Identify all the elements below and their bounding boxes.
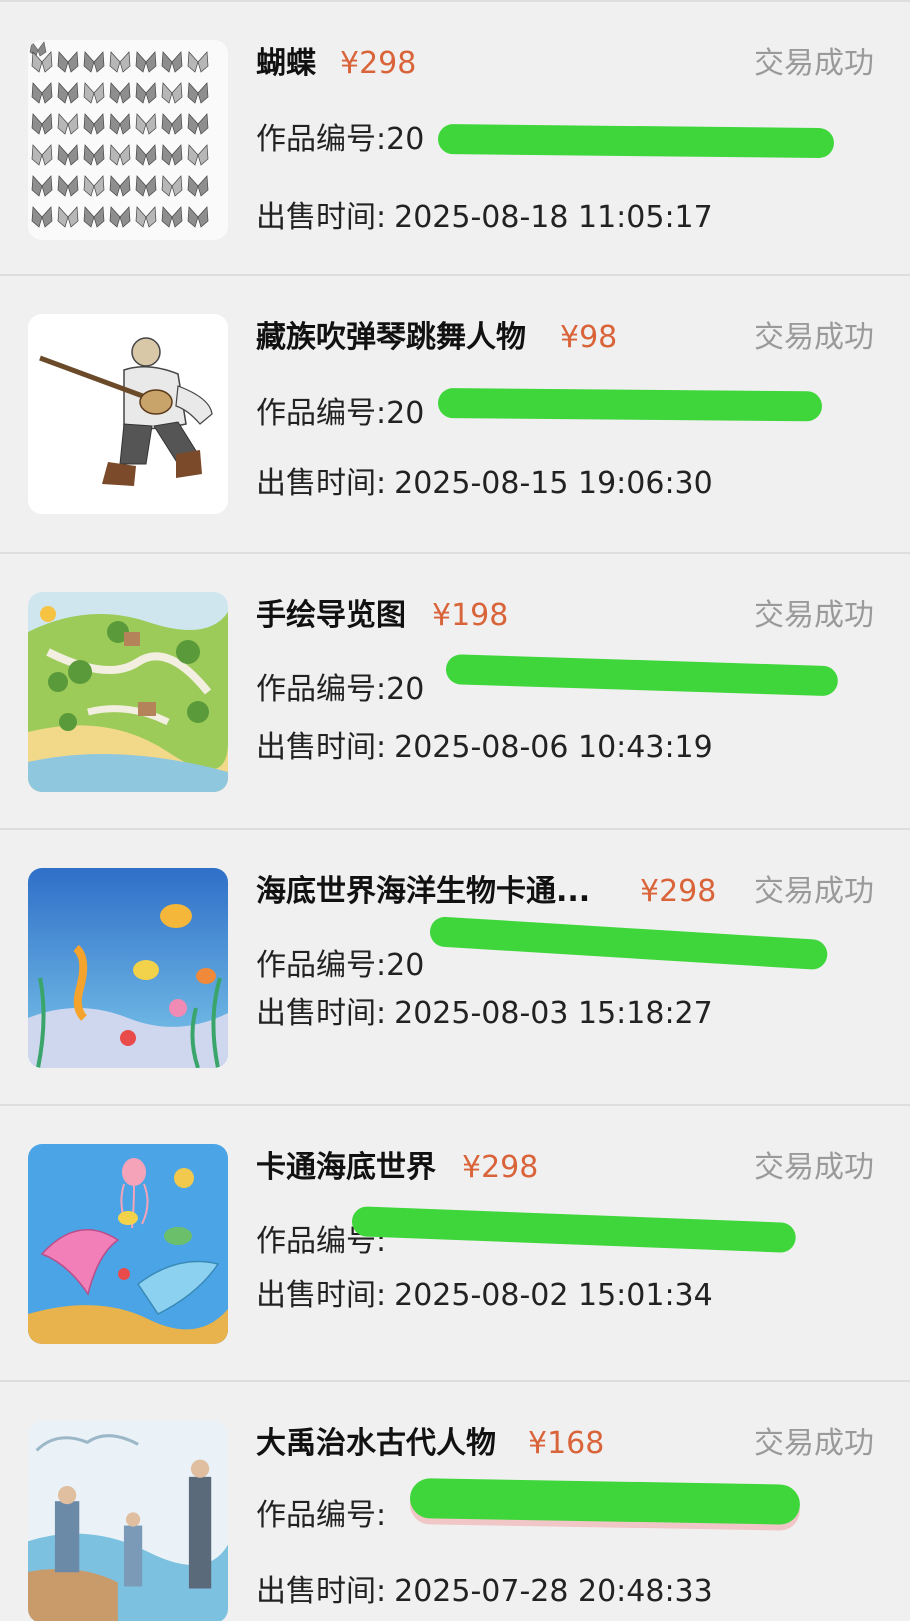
- sold-time-label: 出售时间:: [256, 1574, 387, 1609]
- item-price: ¥98: [560, 320, 618, 355]
- sea-creatures-image[interactable]: [28, 868, 228, 1068]
- sold-time-value: 2025-08-03 15:18:27: [394, 996, 713, 1031]
- item-price: ¥298: [462, 1150, 539, 1185]
- redaction-mark: [351, 1206, 797, 1254]
- sold-time-value: 2025-07-28 20:48:33: [394, 1574, 713, 1609]
- serial-label: 作品编号:: [256, 1498, 387, 1533]
- status-badge: 交易成功: [754, 46, 874, 81]
- cartoon-dolphins-image[interactable]: [28, 1144, 228, 1344]
- item-price: ¥198: [432, 598, 509, 633]
- tibetan-musician-image[interactable]: [28, 314, 228, 514]
- serial-label: 作品编号:: [256, 396, 387, 431]
- serial-row: 作品编号:20: [256, 944, 424, 988]
- list-item[interactable]: 藏族吹弹琴跳舞人物 ¥98 交易成功 作品编号:20 出售时间: 2025-08-…: [0, 274, 910, 548]
- sold-time-label: 出售时间:: [256, 466, 387, 501]
- serial-row: 作品编号:: [256, 1494, 386, 1538]
- ancient-figures-image[interactable]: [28, 1420, 228, 1621]
- sold-time-value: 2025-08-18 11:05:17: [394, 200, 713, 235]
- status-badge: 交易成功: [754, 320, 874, 355]
- item-title: 卡通海底世界: [256, 1150, 436, 1185]
- item-title: 蝴蝶: [256, 46, 316, 81]
- sold-time-row: 出售时间: 2025-08-18 11:05:17: [256, 196, 713, 240]
- redaction-mark: [437, 388, 823, 422]
- redaction-mark: [409, 1478, 801, 1525]
- sold-time-row: 出售时间: 2025-07-28 20:48:33: [256, 1570, 713, 1614]
- redaction-mark: [429, 916, 829, 971]
- serial-value: 20: [386, 396, 425, 431]
- serial-label: 作品编号:: [256, 672, 387, 707]
- item-title: 海底世界海洋生物卡通...: [256, 874, 591, 909]
- serial-value: 20: [386, 948, 425, 983]
- serial-value: 20: [386, 672, 425, 707]
- sold-time-label: 出售时间:: [256, 730, 387, 765]
- status-badge: 交易成功: [754, 874, 874, 909]
- list-item[interactable]: 蝴蝶 ¥298 交易成功 作品编号:20 出售时间: 2025-08-18 11:…: [0, 0, 910, 274]
- serial-row: 作品编号:20: [256, 392, 424, 436]
- serial-row: 作品编号:20: [256, 668, 424, 712]
- status-badge: 交易成功: [754, 1150, 874, 1185]
- list-item[interactable]: 卡通海底世界 ¥298 交易成功 作品编号: 出售时间: 2025-08-02 1…: [0, 1104, 910, 1378]
- sold-time-label: 出售时间:: [256, 200, 387, 235]
- sold-time-row: 出售时间: 2025-08-03 15:18:27: [256, 992, 713, 1036]
- sold-time-row: 出售时间: 2025-08-02 15:01:34: [256, 1274, 713, 1318]
- sold-time-value: 2025-08-06 10:43:19: [394, 730, 713, 765]
- sold-time-label: 出售时间:: [256, 996, 387, 1031]
- item-title: 藏族吹弹琴跳舞人物: [256, 320, 526, 355]
- butterflies-image[interactable]: [28, 40, 228, 240]
- sold-works-list: 蝴蝶 ¥298 交易成功 作品编号:20 出售时间: 2025-08-18 11:…: [0, 0, 910, 1621]
- serial-label: 作品编号:: [256, 948, 387, 983]
- item-title: 大禹治水古代人物: [256, 1426, 496, 1461]
- guide-map-image[interactable]: [28, 592, 228, 792]
- sold-time-row: 出售时间: 2025-08-15 19:06:30: [256, 462, 713, 506]
- redaction-mark: [437, 124, 835, 159]
- list-item[interactable]: 海底世界海洋生物卡通... ¥298 交易成功 作品编号:20 出售时间: 202…: [0, 828, 910, 1102]
- sold-time-value: 2025-08-15 19:06:30: [394, 466, 713, 501]
- item-price: ¥298: [640, 874, 717, 909]
- status-badge: 交易成功: [754, 598, 874, 633]
- sold-time-value: 2025-08-02 15:01:34: [394, 1278, 713, 1313]
- status-badge: 交易成功: [754, 1426, 874, 1461]
- sold-time-label: 出售时间:: [256, 1278, 387, 1313]
- serial-value: 20: [386, 122, 425, 157]
- serial-row: 作品编号:20: [256, 118, 424, 162]
- list-item[interactable]: 大禹治水古代人物 ¥168 交易成功 作品编号: 出售时间: 2025-07-28…: [0, 1380, 910, 1621]
- item-price: ¥168: [528, 1426, 605, 1461]
- redaction-mark: [445, 654, 839, 697]
- item-price: ¥298: [340, 46, 417, 81]
- serial-label: 作品编号:: [256, 122, 387, 157]
- list-item[interactable]: 手绘导览图 ¥198 交易成功 作品编号:20 出售时间: 2025-08-06 …: [0, 552, 910, 826]
- item-title: 手绘导览图: [256, 598, 406, 633]
- sold-time-row: 出售时间: 2025-08-06 10:43:19: [256, 726, 713, 770]
